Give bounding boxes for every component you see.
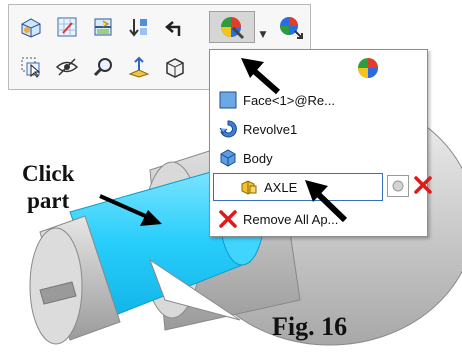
arrow-to-part (99, 194, 162, 226)
figure-caption: Fig. 16 (272, 312, 348, 341)
callout-line-2: part (27, 188, 70, 213)
arrow-to-axle-item (305, 180, 348, 223)
callout-line-1: Click (22, 161, 75, 186)
click-part-callout: Click part (22, 160, 74, 214)
arrow-to-appearance-icon (241, 58, 280, 95)
